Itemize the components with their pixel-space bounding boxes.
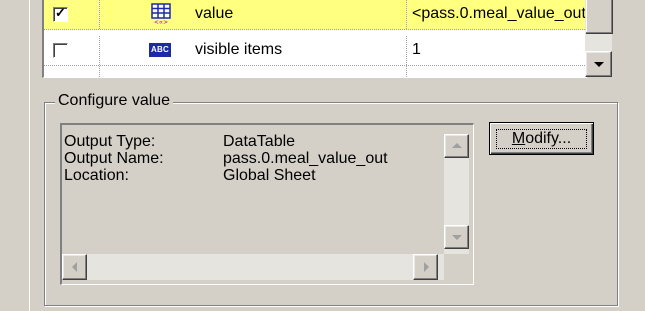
dialog-edge — [29, 0, 30, 311]
info-scroll-right-button[interactable] — [413, 254, 438, 280]
row-value: 1 — [412, 41, 421, 58]
grid-row-value[interactable]: ✓ <∝> value <pass.0.meal_value_out> — [44, 0, 595, 30]
modify-mnemonic: M — [511, 130, 526, 147]
location-value: Global Sheet — [223, 167, 316, 184]
grid-row-visible-items[interactable]: ABC visible items 1 — [44, 36, 585, 66]
scrollbar-corner — [444, 254, 469, 280]
arrow-down-icon — [451, 235, 462, 240]
table-output-icon: <∝> — [151, 3, 171, 25]
info-horizontal-scrollbar[interactable] — [62, 254, 444, 280]
properties-grid: ✓ <∝> value <pass.0.meal_value_out> ABC — [42, 0, 595, 78]
modify-button-label: Modify... — [496, 129, 587, 149]
info-scroll-left-button[interactable] — [62, 254, 87, 280]
row-value: <pass.0.meal_value_out> — [412, 5, 596, 22]
configure-group-title: Configure value — [55, 92, 174, 110]
grid-scrollbar-thumb[interactable] — [586, 0, 613, 34]
row-checkbox[interactable]: ✓ — [53, 5, 68, 22]
info-scroll-down-button[interactable] — [444, 225, 469, 249]
row-checkbox[interactable] — [53, 43, 68, 58]
svg-text:<∝>: <∝> — [154, 19, 168, 25]
grid-row-empty — [44, 66, 585, 77]
row-name: value — [195, 5, 234, 22]
grid-scroll-down-button[interactable] — [585, 51, 612, 77]
modify-button[interactable]: Modify... — [489, 122, 594, 155]
arrow-up-icon — [451, 143, 462, 148]
arrow-right-icon — [423, 262, 429, 272]
output-type-label: Output Type: — [64, 133, 156, 150]
row-name: visible items — [195, 41, 283, 58]
arrow-left-icon — [71, 262, 77, 272]
arrow-down-icon — [593, 62, 604, 67]
output-name-label: Output Name: — [64, 150, 164, 167]
abc-text-icon: ABC — [149, 43, 171, 57]
output-type-value: DataTable — [223, 133, 296, 150]
check-mark-icon: ✓ — [55, 5, 66, 20]
output-name-value: pass.0.meal_value_out — [223, 150, 388, 167]
info-scroll-up-button[interactable] — [444, 134, 469, 158]
location-label: Location: — [64, 167, 129, 184]
